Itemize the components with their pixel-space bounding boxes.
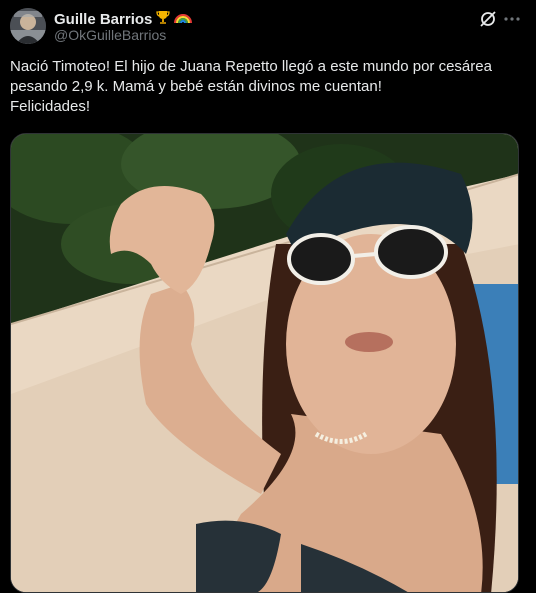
more-icon[interactable] (502, 9, 522, 29)
tweet[interactable]: Guille Barrios @OkGuilleBarrios Nació Ti… (0, 0, 536, 593)
tweet-text-line: Felicidades! (10, 98, 91, 115)
tweet-text-line: pesando 2,9 k. Mamá y bebé están divinos… (10, 78, 382, 95)
author-name[interactable]: Guille Barrios (54, 11, 152, 28)
tweet-photo[interactable] (10, 133, 519, 593)
tweet-text-line: Nació Timoteo! El hijo de Juana Repetto … (10, 58, 492, 75)
grok-icon[interactable] (478, 9, 498, 29)
author-handle[interactable]: @OkGuilleBarrios (54, 27, 166, 43)
rainbow-icon (174, 9, 193, 30)
avatar[interactable] (10, 8, 46, 44)
tweet-text: Nació Timoteo! El hijo de Juana Repetto … (10, 57, 526, 117)
